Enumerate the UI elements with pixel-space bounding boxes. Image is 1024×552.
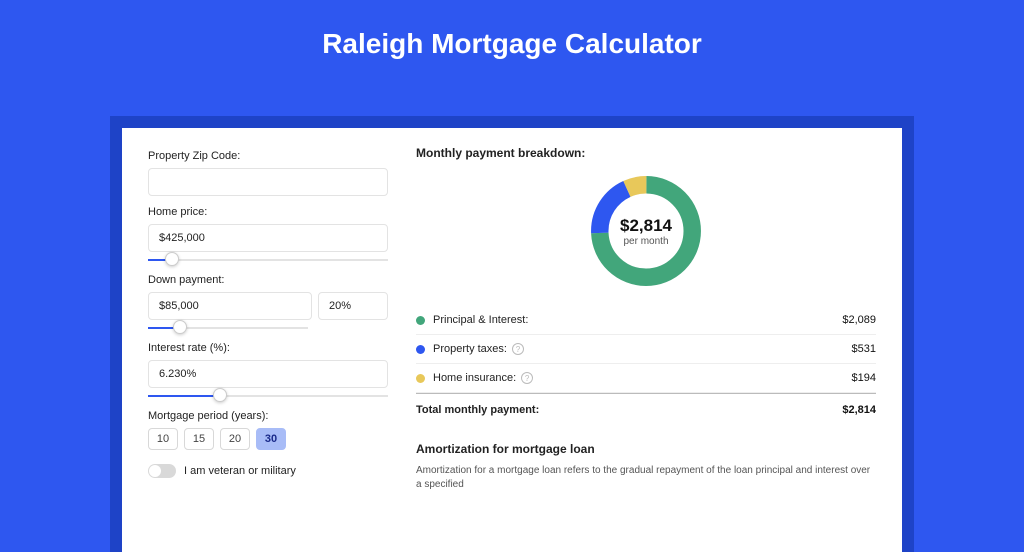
home-price-label: Home price: (148, 206, 388, 218)
breakdown-title: Monthly payment breakdown: (416, 146, 876, 160)
legend-row: Property taxes:? $531 (416, 335, 876, 364)
card-outer: Property Zip Code: Home price: Down paym… (110, 116, 914, 552)
home-price-slider[interactable] (148, 254, 388, 266)
down-payment-pct-input[interactable] (318, 292, 388, 320)
legend-value: $531 (852, 343, 876, 355)
period-option-10[interactable]: 10 (148, 428, 178, 450)
page-title: Raleigh Mortgage Calculator (0, 28, 1024, 60)
breakdown-panel: Monthly payment breakdown: $2,814 per mo… (416, 146, 876, 492)
mortgage-period-label: Mortgage period (years): (148, 410, 388, 422)
period-option-30[interactable]: 30 (256, 428, 286, 450)
legend-label: Property taxes: (433, 343, 507, 355)
donut-total: $2,814 (620, 216, 672, 236)
legend-dot-icon (416, 374, 425, 383)
slider-handle-icon[interactable] (213, 388, 227, 402)
slider-handle-icon[interactable] (173, 320, 187, 334)
down-payment-label: Down payment: (148, 274, 388, 286)
legend-row: Home insurance:? $194 (416, 364, 876, 393)
legend-value: $194 (852, 372, 876, 384)
legend-row: Principal & Interest: $2,089 (416, 306, 876, 335)
down-payment-slider[interactable] (148, 322, 308, 334)
info-icon[interactable]: ? (512, 343, 524, 355)
legend-label: Principal & Interest: (433, 314, 528, 326)
amortization-text: Amortization for a mortgage loan refers … (416, 464, 876, 492)
zip-label: Property Zip Code: (148, 150, 388, 162)
zip-input[interactable] (148, 168, 388, 196)
total-value: $2,814 (842, 404, 876, 416)
amortization-title: Amortization for mortgage loan (416, 442, 876, 456)
interest-rate-input[interactable] (148, 360, 388, 388)
interest-rate-label: Interest rate (%): (148, 342, 388, 354)
home-price-input[interactable] (148, 224, 388, 252)
mortgage-period-segments: 10 15 20 30 (148, 428, 388, 450)
slider-handle-icon[interactable] (165, 252, 179, 266)
legend-dot-icon (416, 345, 425, 354)
period-option-15[interactable]: 15 (184, 428, 214, 450)
total-label: Total monthly payment: (416, 404, 539, 416)
legend-dot-icon (416, 316, 425, 325)
inputs-panel: Property Zip Code: Home price: Down paym… (148, 146, 388, 492)
down-payment-input[interactable] (148, 292, 312, 320)
info-icon[interactable]: ? (521, 372, 533, 384)
veteran-toggle-label: I am veteran or military (184, 465, 296, 477)
period-option-20[interactable]: 20 (220, 428, 250, 450)
veteran-toggle[interactable] (148, 464, 176, 478)
calculator-card: Property Zip Code: Home price: Down paym… (122, 128, 902, 552)
legend-value: $2,089 (842, 314, 876, 326)
interest-rate-slider[interactable] (148, 390, 388, 402)
legend-label: Home insurance: (433, 372, 516, 384)
donut-sub: per month (623, 236, 668, 247)
donut-chart: $2,814 per month (416, 170, 876, 292)
total-row: Total monthly payment: $2,814 (416, 393, 876, 424)
